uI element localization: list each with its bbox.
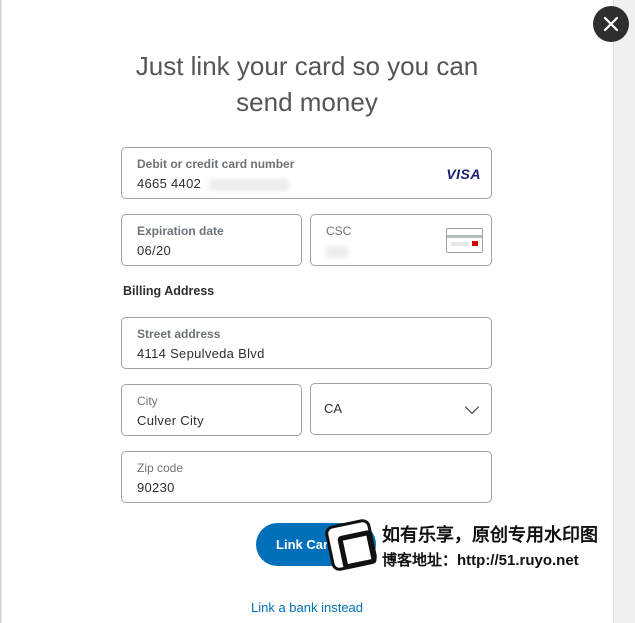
expiration-date-value: 06/20 [137,243,172,258]
watermark-logo-icon [323,517,379,573]
city-field[interactable]: City Culver City [121,384,302,436]
csc-value-masked [326,243,348,258]
card-number-masked [209,178,290,191]
zip-code-label: Zip code [137,461,184,475]
chevron-down-icon [464,399,480,415]
expiration-date-field[interactable]: Expiration date 06/20 [121,214,302,266]
card-number-value: 4665 4402 [137,176,290,191]
csc-label: CSC [326,224,352,238]
street-address-value: 4114 Sepulveda Blvd [137,346,265,361]
visa-logo-icon: VISA [446,166,481,182]
watermark-line-1: 如有乐享，原创专用水印图 [382,524,598,545]
zip-code-field[interactable]: Zip code 90230 [121,451,492,503]
street-address-label: Street address [137,327,221,341]
card-number-label: Debit or credit card number [137,157,295,171]
close-button[interactable] [593,6,629,42]
card-security-code-icon [446,228,483,253]
watermark: 如有乐享，原创专用水印图 博客地址：http://51.ruyo.net [323,517,628,573]
watermark-line-2: 博客地址：http://51.ruyo.net [382,551,579,569]
dialog-title: Just link your card so you can send mone… [135,51,479,117]
card-number-visible-digits: 4665 4402 [137,176,202,191]
csc-field[interactable]: CSC [310,214,492,266]
close-icon [603,16,619,32]
card-number-field[interactable]: Debit or credit card number 4665 4402 VI… [121,147,492,199]
zip-code-value: 90230 [137,480,175,495]
street-address-field[interactable]: Street address 4114 Sepulveda Blvd [121,317,492,369]
city-label: City [137,394,158,408]
link-bank-instead-link[interactable]: Link a bank instead [207,600,407,615]
billing-address-heading: Billing Address [123,284,215,298]
city-value: Culver City [137,413,204,428]
state-selected-value: CA [324,401,343,416]
state-select[interactable]: CA [310,383,492,435]
expiration-date-label: Expiration date [137,224,224,238]
